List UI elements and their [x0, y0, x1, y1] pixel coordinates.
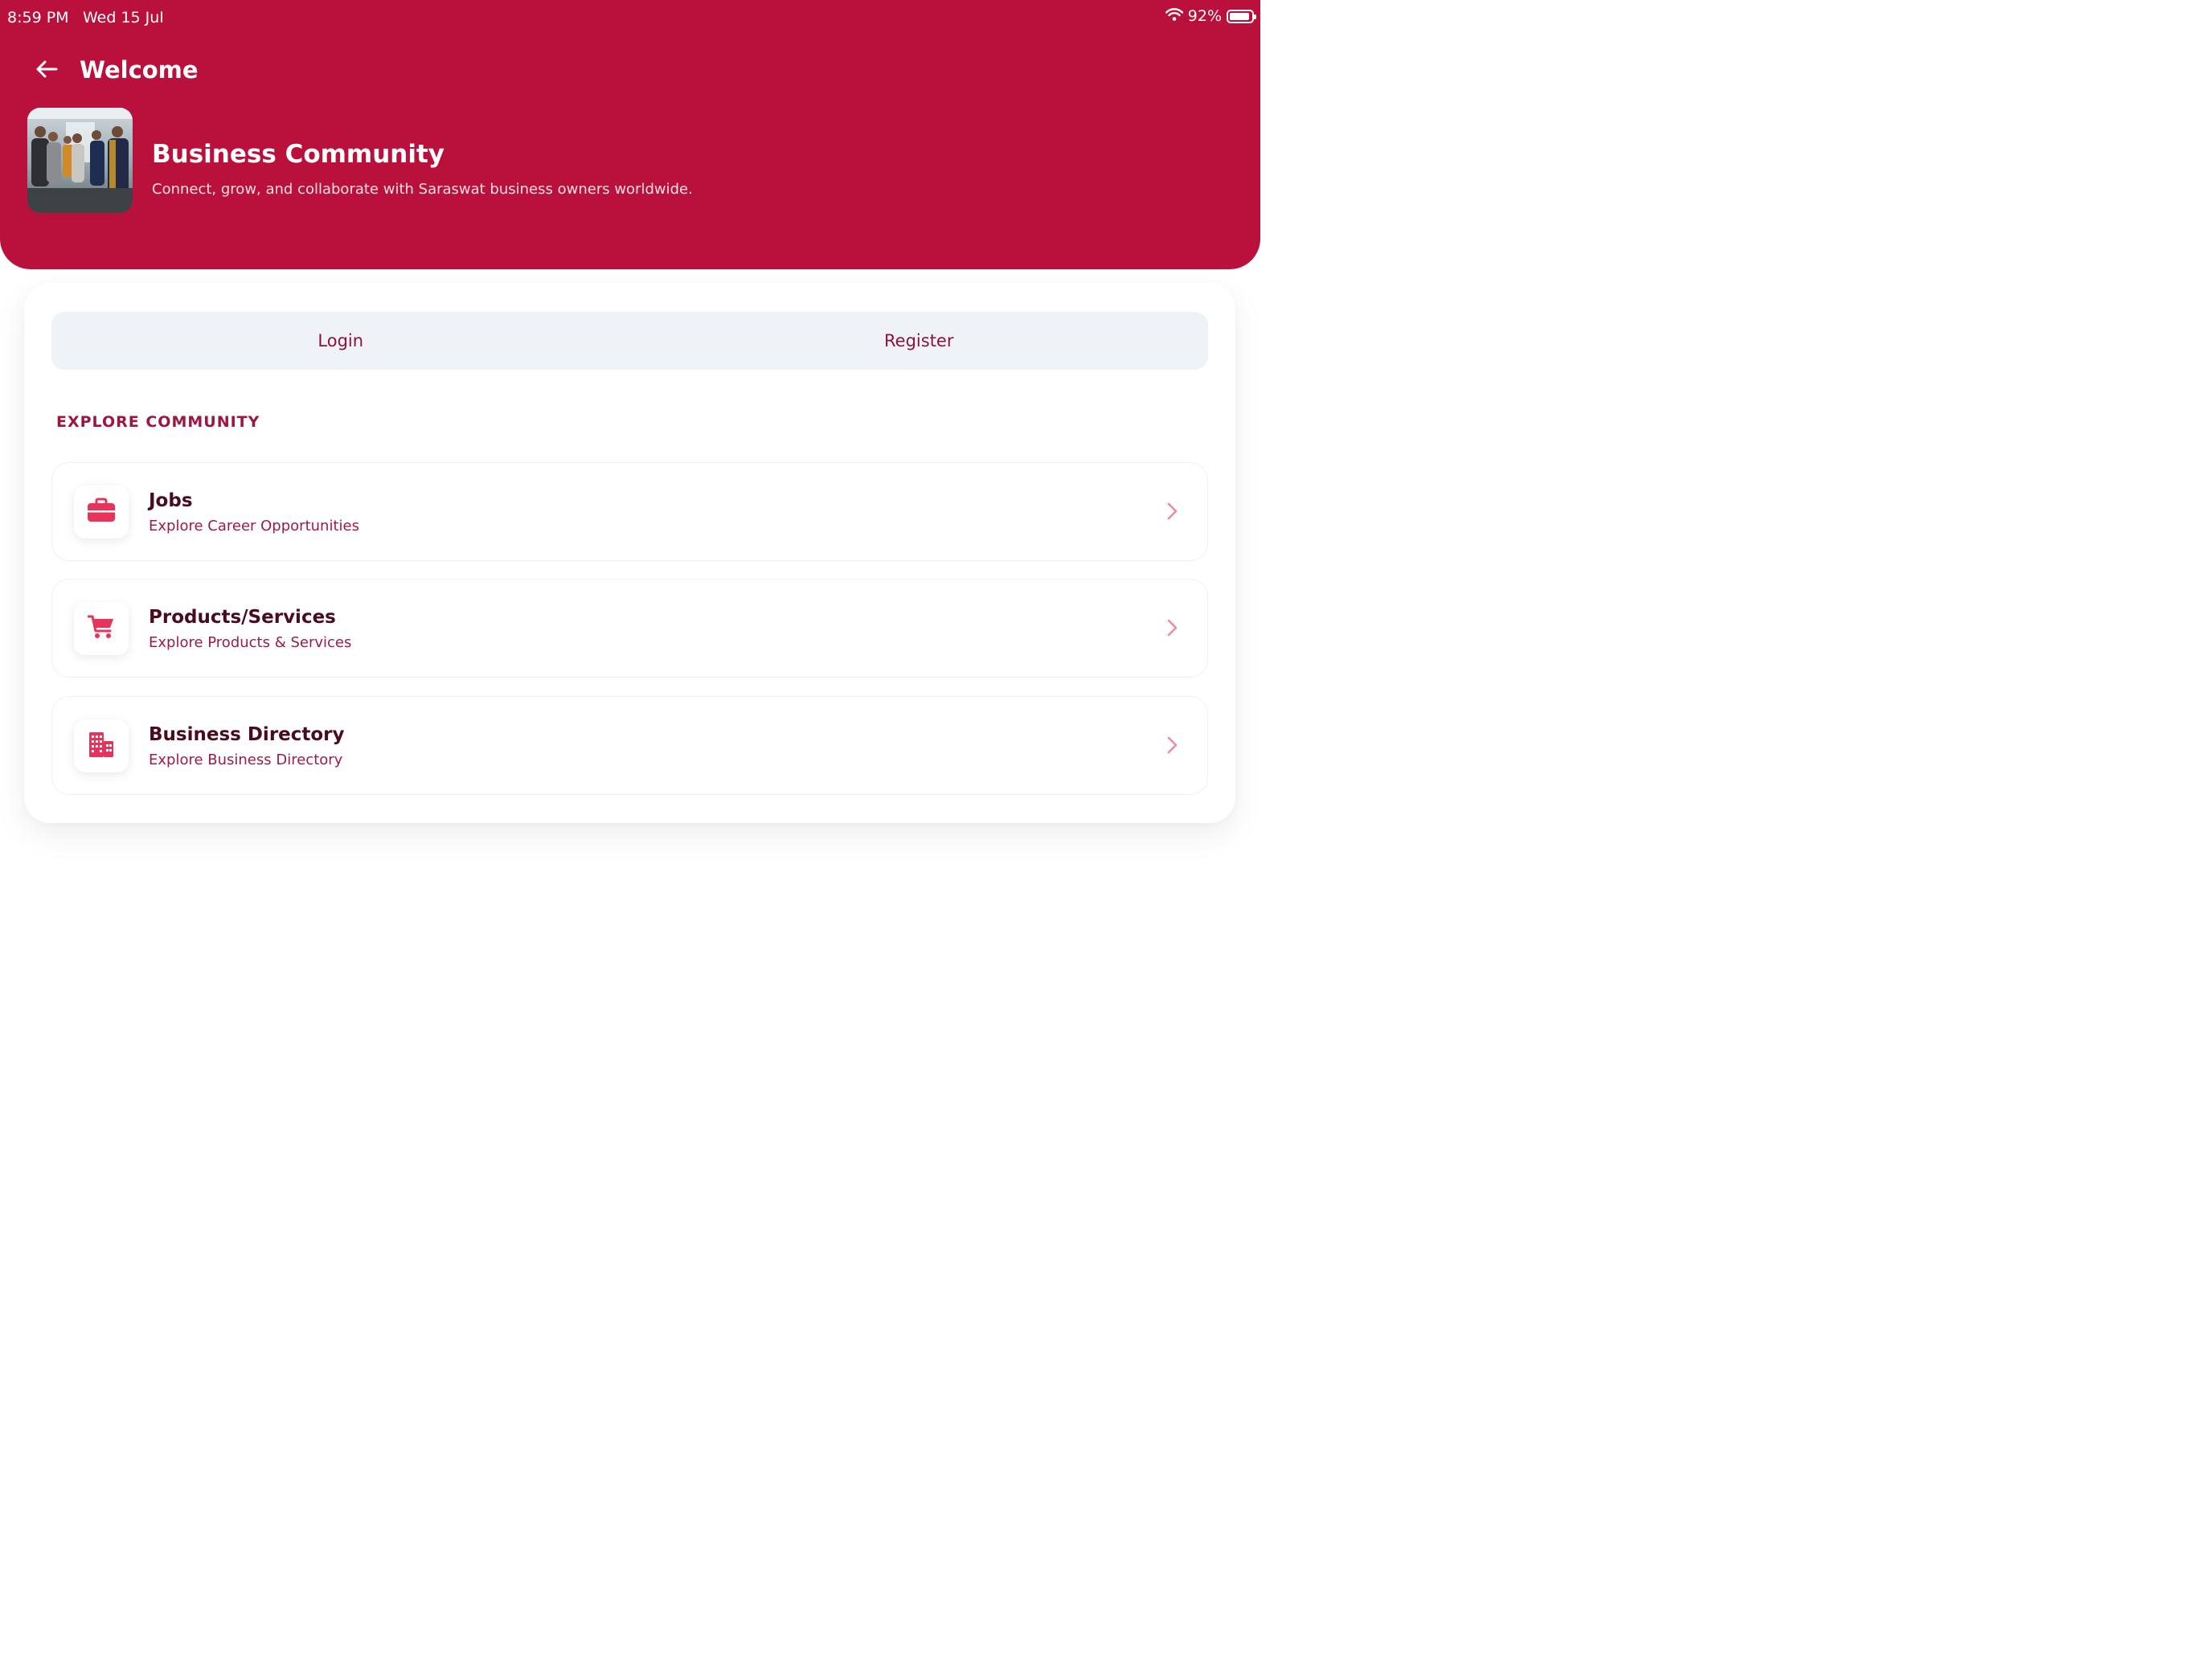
battery-percent: 92% [1187, 7, 1222, 25]
battery-icon [1227, 9, 1256, 23]
list-item-subtitle: Explore Business Directory [149, 752, 343, 768]
list-item-products-services[interactable]: Products/Services Explore Products & Ser… [51, 579, 1208, 678]
chevron-right-icon [1162, 735, 1182, 755]
back-button[interactable] [31, 55, 63, 87]
hero-title: Business Community [152, 140, 445, 169]
briefcase-icon [87, 498, 116, 526]
list-item-subtitle: Explore Products & Services [149, 634, 352, 651]
chevron-right-icon [1162, 502, 1182, 521]
cart-icon [87, 614, 115, 643]
icon-tile [74, 719, 129, 772]
list-item-title: Jobs [149, 490, 193, 511]
status-indicators: 92% [1165, 7, 1256, 25]
list-item-jobs[interactable]: Jobs Explore Career Opportunities [51, 462, 1208, 561]
arrow-left-icon [35, 59, 58, 82]
page-title: Welcome [80, 56, 199, 84]
hero-subtitle: Connect, grow, and collaborate with Sara… [152, 181, 693, 198]
list-item-title: Business Directory [149, 724, 345, 745]
icon-tile [74, 602, 129, 655]
wifi-icon [1165, 7, 1183, 25]
chevron-right-icon [1162, 618, 1182, 637]
register-tab[interactable]: Register [630, 312, 1209, 370]
status-bar: 8:59 PM Wed 15 Jul 92% [0, 0, 1260, 35]
auth-tab-bar: Login Register [51, 312, 1208, 370]
status-date: Wed 15 Jul [83, 9, 164, 27]
battery-level [1230, 12, 1249, 20]
status-time: 8:59 PM [7, 9, 69, 27]
hero-image [27, 108, 133, 213]
building-icon [88, 731, 115, 761]
list-item-title: Products/Services [149, 607, 336, 628]
list-item-subtitle: Explore Career Opportunities [149, 518, 359, 535]
section-heading: EXPLORE COMMUNITY [56, 413, 260, 431]
icon-tile [74, 485, 129, 539]
header-banner: 8:59 PM Wed 15 Jul 92% Welcome Business … [0, 0, 1260, 269]
login-tab[interactable]: Login [51, 312, 630, 370]
list-item-business-directory[interactable]: Business Directory Explore Business Dire… [51, 696, 1208, 795]
